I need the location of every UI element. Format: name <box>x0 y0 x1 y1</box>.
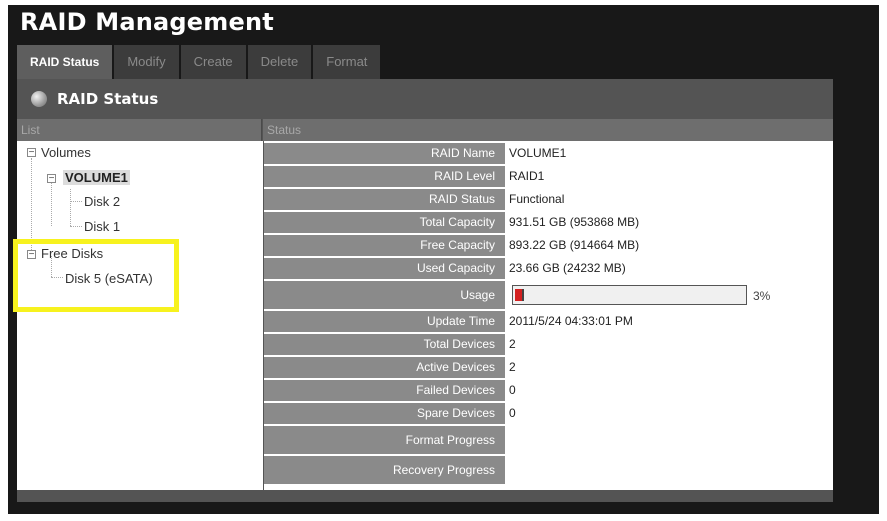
tree-item-volumes[interactable]: Volumes <box>41 145 91 160</box>
volume-tree: − Volumes − VOLUME1 Disk 2 Disk 1 − Free… <box>17 141 263 490</box>
label-usage: Usage <box>264 281 505 309</box>
label-format-progress: Format Progress <box>264 426 505 454</box>
value-failed-devices: 0 <box>509 383 516 397</box>
value-update-time: 2011/5/24 04:33:01 PM <box>509 314 633 328</box>
tree-line <box>70 201 82 202</box>
section-header: RAID Status <box>17 79 833 119</box>
label-recovery-progress: Recovery Progress <box>264 456 505 484</box>
tree-line <box>70 226 82 227</box>
tab-modify[interactable]: Modify <box>114 45 179 79</box>
usage-bar-fill <box>515 289 524 301</box>
tree-item-disk2[interactable]: Disk 2 <box>84 194 120 209</box>
value-raid-name: VOLUME1 <box>509 146 567 160</box>
tab-delete[interactable]: Delete <box>247 45 312 79</box>
label-raid-status: RAID Status <box>264 189 505 210</box>
status-column-header: Status <box>263 119 833 141</box>
tree-item-volume1[interactable]: VOLUME1 <box>63 170 130 185</box>
label-total-devices: Total Devices <box>264 334 505 355</box>
value-active-devices: 2 <box>509 360 516 374</box>
value-free-capacity: 893.22 GB (914664 MB) <box>509 238 640 252</box>
label-update-time: Update Time <box>264 311 505 332</box>
tab-bar: RAID Status Modify Create Delete Format <box>17 45 382 79</box>
tab-format[interactable]: Format <box>313 45 381 79</box>
status-table: RAID Name VOLUME1 RAID Level RAID1 RAID … <box>264 141 833 490</box>
label-raid-name: RAID Name <box>264 143 505 164</box>
collapse-toggle-icon[interactable]: − <box>27 148 36 158</box>
value-total-capacity: 931.51 GB (953868 MB) <box>509 215 640 229</box>
value-raid-status: Functional <box>509 192 565 206</box>
usage-percent: 3% <box>753 289 771 303</box>
highlight-annotation <box>13 239 179 312</box>
value-total-devices: 2 <box>509 337 516 351</box>
label-raid-level: RAID Level <box>264 166 505 187</box>
tree-line <box>70 189 71 226</box>
value-raid-level: RAID1 <box>509 169 545 183</box>
tab-raid-status[interactable]: RAID Status <box>17 45 113 79</box>
label-total-capacity: Total Capacity <box>264 212 505 233</box>
tree-item-disk1[interactable]: Disk 1 <box>84 219 120 234</box>
section-title: RAID Status <box>57 90 159 108</box>
label-used-capacity: Used Capacity <box>264 258 505 279</box>
collapse-toggle-icon[interactable]: − <box>47 174 56 184</box>
app-title: RAID Management <box>20 8 274 36</box>
tree-line <box>51 183 52 226</box>
usage-bar <box>512 285 747 305</box>
label-active-devices: Active Devices <box>264 357 505 378</box>
raid-status-panel: RAID Status List Status − Volumes − VOLU… <box>13 79 833 502</box>
label-failed-devices: Failed Devices <box>264 380 505 401</box>
label-spare-devices: Spare Devices <box>264 403 505 424</box>
tab-create[interactable]: Create <box>180 45 246 79</box>
value-used-capacity: 23.66 GB (24232 MB) <box>509 261 626 275</box>
status-orb-icon <box>31 91 47 107</box>
list-column-header: List <box>17 119 262 141</box>
label-free-capacity: Free Capacity <box>264 235 505 256</box>
tree-line <box>31 158 32 252</box>
value-spare-devices: 0 <box>509 406 516 420</box>
